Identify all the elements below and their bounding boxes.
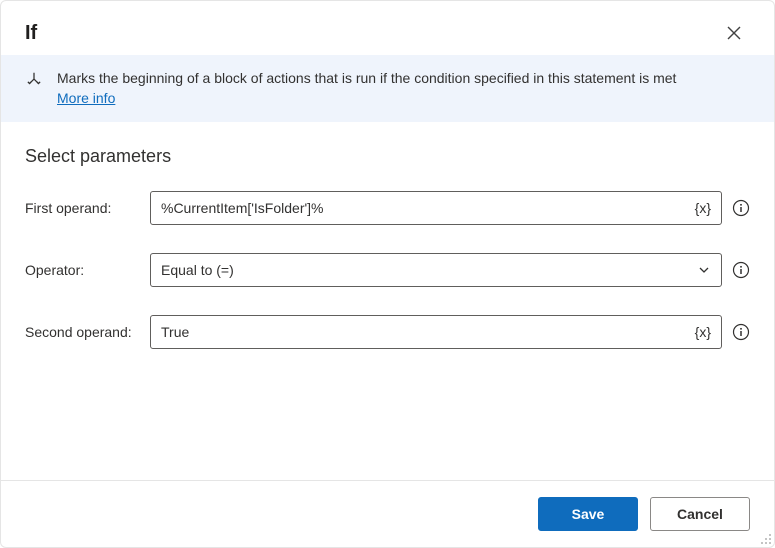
- info-icon: [732, 199, 750, 217]
- dialog-footer: Save Cancel: [1, 480, 774, 547]
- info-icon: [732, 323, 750, 341]
- second-operand-label: Second operand:: [25, 324, 150, 340]
- info-icon: [732, 261, 750, 279]
- section-heading: Select parameters: [25, 146, 750, 167]
- close-icon: [727, 26, 741, 40]
- second-operand-info-button[interactable]: [732, 323, 750, 341]
- first-operand-value: %CurrentItem['IsFolder']%: [161, 200, 689, 216]
- branch-icon: [25, 71, 43, 92]
- second-operand-value: True: [161, 324, 689, 340]
- cancel-button[interactable]: Cancel: [650, 497, 750, 531]
- close-button[interactable]: [718, 17, 750, 49]
- dialog-content: Select parameters First operand: %Curren…: [1, 122, 774, 480]
- info-banner-text: Marks the beginning of a block of action…: [57, 69, 676, 108]
- first-operand-input[interactable]: %CurrentItem['IsFolder']% {x}: [150, 191, 722, 225]
- operator-row: Operator: Equal to (=): [25, 253, 750, 287]
- first-operand-label: First operand:: [25, 200, 150, 216]
- operator-select[interactable]: Equal to (=): [150, 253, 722, 287]
- second-operand-input[interactable]: True {x}: [150, 315, 722, 349]
- operator-label: Operator:: [25, 262, 150, 278]
- operator-value: Equal to (=): [161, 262, 697, 278]
- variable-picker-icon[interactable]: {x}: [695, 200, 711, 216]
- dialog-title: If: [25, 22, 37, 45]
- variable-picker-icon[interactable]: {x}: [695, 324, 711, 340]
- first-operand-row: First operand: %CurrentItem['IsFolder']%…: [25, 191, 750, 225]
- first-operand-info-button[interactable]: [732, 199, 750, 217]
- save-button[interactable]: Save: [538, 497, 638, 531]
- chevron-down-icon: [697, 263, 711, 277]
- info-banner: Marks the beginning of a block of action…: [1, 55, 774, 122]
- second-operand-row: Second operand: True {x}: [25, 315, 750, 349]
- dialog-header: If: [1, 1, 774, 55]
- if-dialog: If Marks the beginning of a block of act…: [0, 0, 775, 548]
- more-info-link[interactable]: More info: [57, 90, 115, 106]
- info-description: Marks the beginning of a block of action…: [57, 70, 676, 86]
- operator-info-button[interactable]: [732, 261, 750, 279]
